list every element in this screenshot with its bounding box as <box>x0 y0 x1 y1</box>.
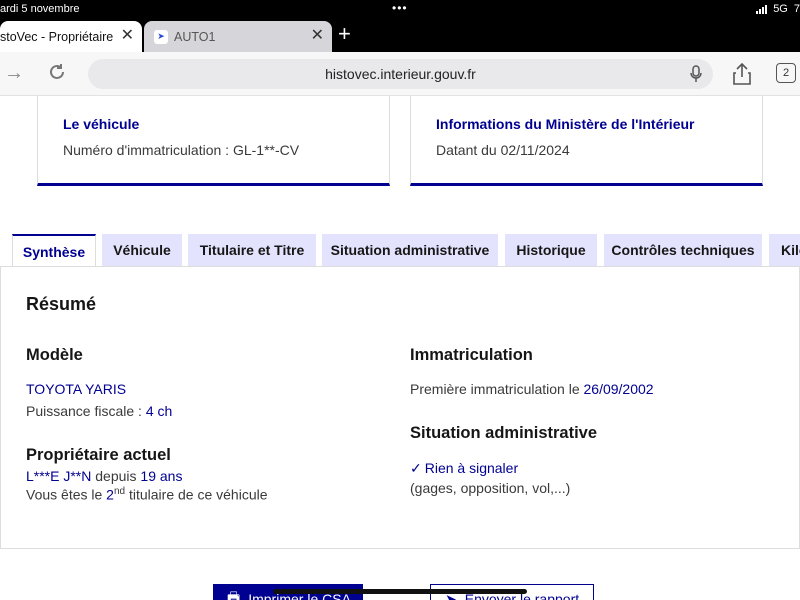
reload-icon[interactable] <box>47 62 67 88</box>
owner-rank: Vous êtes le 2nd titulaire de ce véhicul… <box>26 486 268 503</box>
admin-heading: Situation administrative <box>410 424 598 442</box>
battery-level: 7 <box>793 3 800 15</box>
registration-number: Numéro d'immatriculation : GL-1**-CV <box>63 142 300 158</box>
registration-heading: Immatriculation <box>410 346 533 364</box>
browser-toolbar: → histovec.interieur.gouv.fr 2 <box>0 52 800 96</box>
url-text: histovec.interieur.gouv.fr <box>325 66 476 82</box>
owner-rank-suffix: titulaire de ce véhicule <box>125 486 268 503</box>
status-bar: ardi 5 novembre ••• 5G 7 <box>0 0 800 19</box>
admin-status: ✓ Rien à signaler <box>410 460 518 477</box>
owner-heading: Propriétaire actuel <box>26 446 171 464</box>
owner-since-value: 19 ans <box>140 468 183 484</box>
status-indicators: 5G 7 <box>756 3 800 15</box>
model-name: TOYOTA YARIS <box>26 381 127 397</box>
signal-icon <box>756 4 768 14</box>
tab-kilometrage[interactable]: Kilo <box>769 234 800 266</box>
report-tabs: Synthèse Véhicule Titulaire et Titre Sit… <box>0 234 800 268</box>
favicon-icon: ➤ <box>154 29 168 44</box>
new-tab-icon[interactable]: + <box>338 23 351 45</box>
first-registration-label: Première immatriculation le <box>410 381 584 397</box>
owner-since-label: depuis <box>91 468 141 484</box>
tab-titulaire[interactable]: Titulaire et Titre <box>188 234 316 266</box>
browser-tab-auto1[interactable]: ➤ AUTO1 ✕ <box>144 21 332 52</box>
share-icon[interactable] <box>732 62 752 91</box>
tab-count-button[interactable]: 2 <box>776 63 796 83</box>
close-tab-icon[interactable]: ✕ <box>311 28 324 44</box>
admin-details: (gages, opposition, vol,...) <box>410 480 571 496</box>
home-indicator[interactable] <box>273 589 527 594</box>
ministry-card-title: Informations du Ministère de l'Intérieur <box>436 116 695 132</box>
status-date: ardi 5 novembre <box>0 3 80 15</box>
fiscal-power-label: Puissance fiscale : <box>26 403 146 419</box>
browser-tab-title: stoVec - Propriétaire <box>0 29 114 44</box>
tab-vehicule[interactable]: Véhicule <box>102 234 182 266</box>
tab-controles[interactable]: Contrôles techniques <box>604 234 762 266</box>
model-heading: Modèle <box>26 346 83 364</box>
owner-rank-number: 2 <box>106 486 114 503</box>
ministry-card: Informations du Ministère de l'Intérieur… <box>410 96 763 186</box>
owner-line: L***E J**N depuis 19 ans <box>26 468 182 484</box>
multitask-dots[interactable]: ••• <box>392 1 408 15</box>
admin-status-text: Rien à signaler <box>424 460 519 476</box>
data-date: Datant du 02/11/2024 <box>436 142 570 158</box>
fiscal-power: Puissance fiscale : 4 ch <box>26 403 172 419</box>
owner-name: L***E J**N <box>26 468 92 484</box>
vehicle-card-title: Le véhicule <box>63 116 140 132</box>
tab-situation[interactable]: Situation administrative <box>322 234 498 266</box>
network-type: 5G <box>773 3 788 15</box>
first-registration: Première immatriculation le 26/09/2002 <box>410 381 654 397</box>
check-icon: ✓ <box>410 460 422 476</box>
owner-rank-prefix: Vous êtes le <box>26 486 107 503</box>
first-registration-date: 26/09/2002 <box>583 381 654 397</box>
address-bar[interactable]: histovec.interieur.gouv.fr <box>88 59 713 89</box>
tab-historique[interactable]: Historique <box>505 234 597 266</box>
microphone-icon[interactable] <box>689 65 703 86</box>
close-tab-icon[interactable]: ✕ <box>121 28 134 44</box>
tab-synthese[interactable]: Synthèse <box>12 234 96 268</box>
resume-title: Résumé <box>26 294 97 314</box>
vehicle-card: Le véhicule Numéro d'immatriculation : G… <box>37 96 390 186</box>
printer-icon: 🖶 <box>227 589 241 600</box>
fiscal-power-value: 4 ch <box>145 403 173 419</box>
forward-icon[interactable]: → <box>4 62 24 85</box>
browser-tab-title: AUTO1 <box>174 29 216 44</box>
browser-tab-bar: stoVec - Propriétaire ✕ ➤ AUTO1 ✕ <box>0 19 800 52</box>
owner-rank-suffix-sup: nd <box>113 486 126 497</box>
browser-tab-histovec[interactable]: stoVec - Propriétaire ✕ <box>0 21 142 52</box>
